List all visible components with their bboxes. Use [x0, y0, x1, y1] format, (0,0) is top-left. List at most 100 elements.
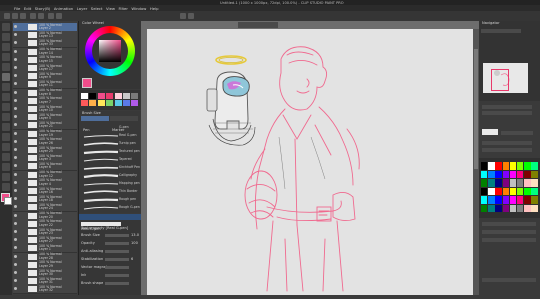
palette-color[interactable]	[495, 196, 502, 204]
palette-color[interactable]	[488, 204, 495, 212]
menu-animation[interactable]: Animation	[54, 6, 73, 11]
visibility-eye-icon[interactable]	[14, 238, 17, 242]
palette-color[interactable]	[502, 196, 509, 204]
tab-marker[interactable]: Marker	[110, 116, 138, 132]
palette-color[interactable]	[509, 187, 517, 195]
visibility-eye-icon[interactable]	[14, 287, 17, 291]
menu-window[interactable]: Window	[131, 6, 146, 11]
palette-color[interactable]	[517, 170, 524, 178]
brush-name-label[interactable]: Rough G-pen	[119, 205, 140, 209]
brush-name-label[interactable]: Rough pen	[119, 197, 136, 201]
palette-color[interactable]	[481, 179, 488, 187]
palette-color[interactable]	[502, 187, 509, 195]
property-slider[interactable]	[105, 233, 129, 237]
brush-stroke-preview[interactable]	[82, 204, 120, 218]
brush-name-label[interactable]: Kirchhoff Pen	[119, 165, 140, 169]
balloon-tool-icon[interactable]	[2, 183, 10, 191]
tab-pen[interactable]: Pen	[81, 116, 109, 132]
pen-tool-icon[interactable]	[2, 73, 10, 81]
redo-icon[interactable]	[38, 13, 44, 19]
visibility-eye-icon[interactable]	[14, 131, 17, 135]
color-swatch[interactable]	[131, 93, 139, 99]
navigator-view-frame[interactable]	[491, 69, 509, 91]
visibility-eye-icon[interactable]	[14, 156, 17, 160]
menu-select[interactable]: Select	[91, 6, 103, 11]
palette-color[interactable]	[502, 162, 509, 170]
open-file-icon[interactable]	[12, 13, 18, 19]
brush-name-label[interactable]: Real G-pen	[119, 133, 137, 137]
menu-layer[interactable]: Layer	[77, 6, 88, 11]
visibility-eye-icon[interactable]	[14, 213, 17, 217]
color-swatch[interactable]	[89, 93, 97, 99]
lasso-tool-icon[interactable]	[2, 53, 10, 61]
visibility-eye-icon[interactable]	[14, 180, 17, 184]
brush-stroke-preview[interactable]	[82, 132, 120, 146]
palette-color[interactable]	[495, 162, 502, 170]
move-tool-icon[interactable]	[2, 33, 10, 41]
visibility-eye-icon[interactable]	[14, 82, 17, 86]
palette-color[interactable]	[517, 187, 524, 195]
brush-stroke-preview[interactable]	[82, 156, 120, 170]
current-color-chip[interactable]	[82, 78, 92, 88]
transform-icon[interactable]	[56, 13, 62, 19]
color-swatch[interactable]	[114, 100, 122, 106]
palette-color[interactable]	[509, 196, 517, 204]
property-value[interactable]: 100	[131, 241, 138, 245]
brush-name-label[interactable]: Thin Border	[119, 189, 138, 193]
visibility-eye-icon[interactable]	[14, 57, 17, 61]
palette-color[interactable]	[517, 179, 524, 187]
menu-help[interactable]: Help	[150, 6, 159, 11]
color-swatch[interactable]	[89, 100, 97, 106]
palette-color[interactable]	[502, 204, 509, 212]
palette-color[interactable]	[495, 204, 502, 212]
palette-color[interactable]	[524, 204, 531, 212]
operation-tool-icon[interactable]	[2, 43, 10, 51]
palette-color[interactable]	[481, 187, 488, 195]
visibility-eye-icon[interactable]	[14, 254, 17, 258]
property-slider[interactable]	[105, 281, 129, 285]
visibility-eye-icon[interactable]	[14, 279, 17, 283]
palette-color[interactable]	[524, 179, 531, 187]
brush-name-label[interactable]: Calligraphy	[119, 173, 137, 177]
brush-stroke-preview[interactable]	[82, 196, 120, 210]
brush-stroke-preview[interactable]	[82, 124, 120, 138]
visibility-eye-icon[interactable]	[14, 246, 17, 250]
canvas-tab[interactable]: Illustration*	[238, 22, 278, 38]
drawing-canvas[interactable]	[147, 29, 473, 295]
layer-row[interactable]: 100 % Normal Layer 32	[13, 285, 77, 295]
palette-color[interactable]	[509, 170, 517, 178]
property-slider[interactable]	[105, 265, 129, 269]
color-swatch[interactable]	[81, 93, 88, 99]
palette-color[interactable]	[524, 170, 531, 178]
visibility-eye-icon[interactable]	[14, 205, 17, 209]
menu-story[interactable]: Story(B)	[35, 6, 51, 11]
visibility-eye-icon[interactable]	[14, 107, 17, 110]
text-tool-icon[interactable]	[2, 173, 10, 181]
decoration-tool-icon[interactable]	[2, 113, 10, 121]
palette-color[interactable]	[495, 179, 502, 187]
visibility-eye-icon[interactable]	[14, 49, 17, 53]
visibility-eye-icon[interactable]	[14, 148, 17, 151]
color-swatch[interactable]	[106, 93, 114, 99]
palette-color[interactable]	[517, 204, 524, 212]
palette-color[interactable]	[517, 162, 524, 170]
saturation-value-square[interactable]	[99, 40, 121, 62]
eyedropper-tool-icon[interactable]	[2, 63, 10, 71]
save-icon[interactable]	[20, 13, 26, 19]
color-swatch[interactable]	[123, 100, 130, 106]
visibility-eye-icon[interactable]	[14, 115, 17, 119]
property-slider[interactable]	[105, 249, 129, 253]
undo-icon[interactable]	[30, 13, 36, 19]
brush-stroke-preview[interactable]	[82, 164, 120, 179]
visibility-eye-icon[interactable]	[14, 164, 17, 168]
palette-color[interactable]	[531, 179, 538, 187]
palette-color[interactable]	[481, 196, 488, 204]
palette-color[interactable]	[495, 170, 502, 178]
menu-edit[interactable]: Edit	[24, 6, 31, 11]
palette-color[interactable]	[509, 204, 517, 212]
visibility-eye-icon[interactable]	[14, 41, 17, 45]
brush-stroke-preview[interactable]	[82, 140, 120, 155]
visibility-eye-icon[interactable]	[14, 25, 17, 28]
visibility-eye-icon[interactable]	[14, 98, 17, 102]
palette-color[interactable]	[481, 162, 488, 170]
